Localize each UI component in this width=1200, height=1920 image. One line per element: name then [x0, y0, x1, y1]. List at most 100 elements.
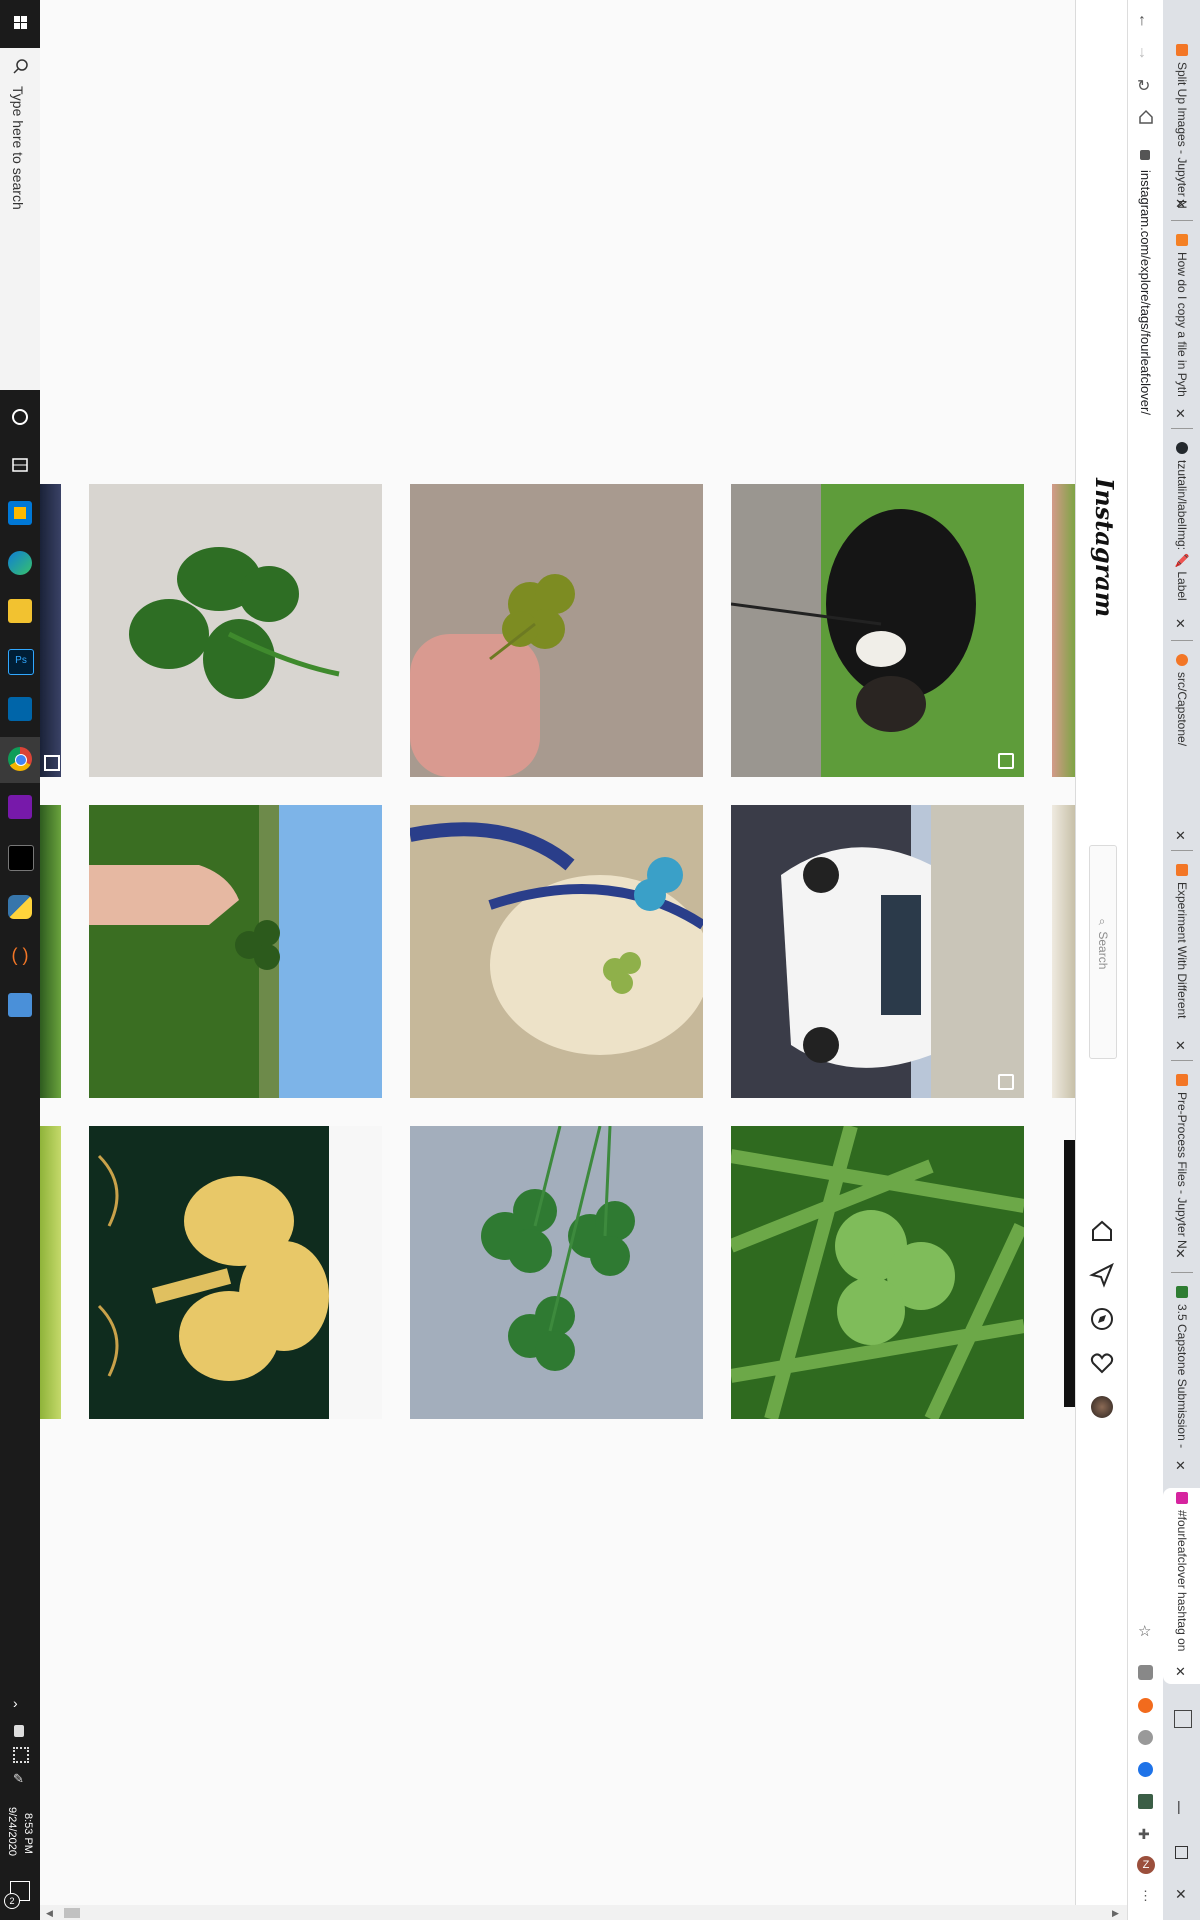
task-view-icon[interactable] [10, 455, 30, 475]
battery-icon[interactable] [14, 1725, 24, 1737]
extension-blue-icon[interactable] [1138, 1762, 1153, 1777]
windows-icon[interactable] [0, 0, 40, 48]
clover-held-image [410, 484, 703, 777]
home-icon[interactable] [1137, 108, 1155, 126]
grid-tile-dog-on-grass[interactable] [731, 484, 1024, 777]
tab-3[interactable]: src/Capstone/ ✕ [1163, 650, 1200, 850]
terminal-icon[interactable] [8, 845, 34, 871]
clock-time[interactable]: 8:53 PM [22, 1813, 34, 1854]
tab-close-icon[interactable]: ✕ [1175, 196, 1186, 212]
jupyter-icon[interactable]: ( ) [8, 943, 32, 967]
instagram-search-input[interactable]: ⌕ Search [1089, 845, 1117, 1059]
clover-image [89, 484, 382, 777]
instagram-logo[interactable]: Instagram [1090, 478, 1119, 617]
multi-post-icon [998, 753, 1014, 769]
search-icon [13, 59, 28, 74]
clock-date[interactable]: 9/24/2020 [6, 1807, 18, 1856]
field-image [89, 805, 382, 1098]
tab-2[interactable]: tzutalin/labelImg: 🖍️ Label ✕ [1163, 438, 1200, 633]
tab-close-icon[interactable]: ✕ [1175, 828, 1186, 844]
grid-tile-clover-on-stone[interactable] [89, 484, 382, 777]
activity-heart-icon[interactable] [1089, 1350, 1115, 1376]
scroll-right-icon[interactable]: ▶ [1112, 1908, 1119, 1919]
tab-close-icon[interactable]: ✕ [1175, 1246, 1186, 1262]
grid-tile-four-leaf-clover-held-fingers[interactable] [410, 484, 703, 777]
chrome-icon[interactable] [8, 747, 32, 771]
calculator-icon[interactable] [8, 993, 32, 1017]
new-tab-icon[interactable] [1174, 1710, 1192, 1728]
store-icon[interactable] [8, 501, 32, 525]
explore-icon[interactable] [1089, 1306, 1115, 1332]
tab-7-active[interactable]: #fourleafclover hashtag on ✕ [1163, 1488, 1200, 1684]
profile-avatar-icon[interactable] [1091, 1396, 1113, 1418]
stackoverflow-favicon-icon [1176, 234, 1188, 246]
tab-6[interactable]: 3.5 Capstone Submission - ✕ [1163, 1282, 1200, 1478]
horizontal-scrollbar[interactable]: ◀ ▶ [40, 1905, 1127, 1920]
tab-5[interactable]: Pre-Process Files - Jupyter N ✕ [1163, 1070, 1200, 1270]
star-icon[interactable]: ☆ [1138, 1622, 1151, 1640]
home-icon[interactable] [1089, 1218, 1115, 1244]
photoshop-icon[interactable]: Ps [8, 649, 34, 675]
grid-tile-clover-in-grass[interactable] [731, 1126, 1024, 1419]
chevron-up-icon[interactable]: › [13, 1695, 18, 1711]
profile-icon[interactable]: Z [1137, 1856, 1155, 1874]
grid-tile-clover-on-shirt[interactable] [410, 805, 703, 1098]
vscode-icon[interactable] [8, 697, 32, 721]
extension-photo-icon[interactable] [1138, 1794, 1153, 1809]
tab-close-icon[interactable]: ✕ [1175, 1664, 1186, 1680]
tab-4[interactable]: Experiment With Different ✕ [1163, 860, 1200, 1056]
grammarly-icon[interactable] [1138, 1665, 1153, 1680]
cortana-icon[interactable] [10, 407, 30, 427]
grid-tile-white-sports-car[interactable] [731, 805, 1024, 1098]
close-window-icon[interactable]: ✕ [1175, 1886, 1187, 1903]
restore-icon[interactable] [1175, 1846, 1188, 1859]
grid-tile-partial[interactable] [40, 1126, 61, 1419]
tab-0[interactable]: Split Up Images - Jupyter N ✕ [1163, 40, 1200, 212]
tab-close-icon[interactable]: ✕ [1175, 616, 1186, 632]
grid-tile-partial[interactable] [1052, 805, 1075, 1098]
browser-toolbar: ↑ ↓ ↻ instagram.com/explore/tags/fourlea… [1127, 0, 1164, 1920]
grid-tile-gold-clover-plaque[interactable] [89, 1126, 382, 1419]
jupyter-favicon-icon [1176, 1074, 1188, 1086]
jupyter-favicon-icon [1176, 654, 1188, 666]
direct-icon[interactable] [1089, 1262, 1115, 1288]
grid-tile-partial[interactable] [40, 805, 61, 1098]
url-text[interactable]: instagram.com/explore/tags/fourleafclove… [1138, 170, 1153, 415]
tab-close-icon[interactable]: ✕ [1175, 1038, 1186, 1054]
back-icon[interactable]: ↑ [1138, 12, 1146, 30]
tab-1[interactable]: How do I copy a file in Pyth ✕ [1163, 230, 1200, 422]
network-icon[interactable] [13, 1747, 29, 1763]
extension-gray-icon[interactable] [1138, 1730, 1153, 1745]
grid-tile-partial[interactable] [1052, 484, 1075, 777]
scrollbar-thumb[interactable] [64, 1908, 80, 1918]
file-explorer-icon[interactable] [8, 599, 32, 623]
coursework-favicon-icon [1176, 1286, 1188, 1298]
puzzle-icon[interactable]: ✚ [1138, 1826, 1150, 1843]
tab-close-icon[interactable]: ✕ [1175, 406, 1186, 422]
menu-dots-icon[interactable]: ⋮ [1139, 1888, 1152, 1904]
taskbar-search-box[interactable]: Type here to search [0, 48, 41, 390]
python-icon[interactable] [8, 895, 32, 919]
minimize-icon[interactable]: | [1177, 1798, 1181, 1814]
taskbar-search-placeholder: Type here to search [10, 86, 26, 210]
edge-icon[interactable] [8, 551, 32, 575]
taskbar-pinned-apps: Ps ( ) [0, 395, 40, 1017]
instagram-favicon-icon [1176, 1492, 1188, 1504]
extension-orange-icon[interactable] [1138, 1698, 1153, 1713]
tab-title: Experiment With Different [1175, 882, 1189, 1019]
lock-icon[interactable] [1140, 150, 1150, 160]
onenote-icon[interactable] [8, 795, 32, 819]
grid-tile-three-clovers-on-fabric[interactable] [410, 1126, 703, 1419]
dog-image [731, 484, 1024, 777]
tab-title: tzutalin/labelImg: 🖍️ Label [1175, 460, 1189, 601]
reload-icon[interactable]: ↻ [1137, 76, 1150, 96]
grid-tile-partial[interactable] [40, 484, 61, 777]
grid-tile-hand-picking-clover-field[interactable] [89, 805, 382, 1098]
tab-title: #fourleafclover hashtag on [1175, 1510, 1189, 1652]
clovers-fabric-image [410, 1126, 703, 1419]
scroll-left-icon[interactable]: ◀ [46, 1908, 53, 1919]
pen-icon[interactable]: ✎ [13, 1771, 24, 1787]
forward-icon[interactable]: ↓ [1138, 44, 1146, 62]
tab-close-icon[interactable]: ✕ [1175, 1458, 1186, 1474]
grid-tile-partial[interactable] [1052, 1126, 1075, 1419]
